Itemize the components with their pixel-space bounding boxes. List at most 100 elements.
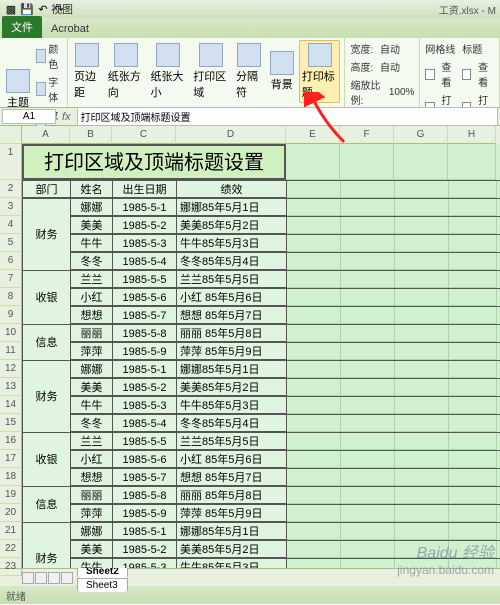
row-header[interactable]: 10: [0, 324, 22, 342]
row-header[interactable]: 8: [0, 288, 22, 306]
table-cell[interactable]: 美美: [71, 217, 113, 234]
formula-input[interactable]: 打印区域及顶端标题设置: [77, 107, 498, 126]
table-cell[interactable]: 财务: [23, 199, 71, 271]
table-cell[interactable]: 1985-5-3: [113, 397, 177, 414]
table-cell[interactable]: 1985-5-8: [113, 325, 177, 342]
table-cell[interactable]: 美美85年5月2日: [177, 379, 287, 396]
table-cell[interactable]: 1985-5-4: [113, 415, 177, 432]
table-cell[interactable]: 萍萍: [71, 343, 113, 360]
col-header[interactable]: B: [70, 126, 112, 144]
table-cell[interactable]: 牛牛: [71, 397, 113, 414]
table-cell[interactable]: 兰兰: [71, 271, 113, 288]
table-cell[interactable]: 1985-5-5: [113, 433, 177, 450]
row-header[interactable]: 4: [0, 216, 22, 234]
table-cell[interactable]: 丽丽 85年5月8日: [177, 325, 287, 342]
table-cell[interactable]: 牛牛85年5月3日: [177, 397, 287, 414]
breaks-button[interactable]: 分隔符: [234, 41, 265, 102]
col-header[interactable]: F: [340, 126, 394, 144]
table-cell[interactable]: 兰兰85年5月5日: [177, 271, 287, 288]
size-button[interactable]: 纸张大小: [149, 41, 189, 102]
margins-button[interactable]: 页边距: [72, 41, 103, 102]
col-header[interactable]: D: [176, 126, 286, 144]
table-cell[interactable]: 兰兰85年5月5日: [177, 433, 287, 450]
sheet-tab[interactable]: Sheet3: [77, 578, 128, 592]
row-header[interactable]: 1: [0, 144, 22, 180]
table-cell[interactable]: 1985-5-8: [113, 487, 177, 504]
row-header[interactable]: 21: [0, 522, 22, 540]
save-icon[interactable]: 💾: [20, 2, 34, 16]
row-header[interactable]: 5: [0, 234, 22, 252]
table-cell[interactable]: 娜娜85年5月1日: [177, 361, 287, 378]
table-cell[interactable]: 萍萍 85年5月9日: [177, 505, 287, 522]
table-cell[interactable]: 萍萍 85年5月9日: [177, 343, 287, 360]
orientation-button[interactable]: 纸张方向: [106, 41, 146, 102]
table-cell[interactable]: 冬冬: [71, 253, 113, 270]
row-header[interactable]: 9: [0, 306, 22, 324]
table-cell[interactable]: 1985-5-3: [113, 235, 177, 252]
table-cell[interactable]: 1985-5-4: [113, 253, 177, 270]
table-cell[interactable]: 美美85年5月2日: [177, 541, 287, 558]
table-cell[interactable]: 1985-5-1: [113, 523, 177, 540]
table-cell[interactable]: 小红: [71, 289, 113, 306]
table-cell[interactable]: 1985-5-2: [113, 217, 177, 234]
table-header[interactable]: 出生日期: [113, 181, 177, 198]
print-area-button[interactable]: 打印区域: [191, 41, 231, 102]
tab-file[interactable]: 文件: [2, 16, 42, 38]
sheet-nav[interactable]: [22, 572, 73, 584]
table-header[interactable]: 部门: [23, 181, 71, 198]
print-titles-button[interactable]: 打印标题: [299, 40, 341, 103]
table-cell[interactable]: 财务: [23, 361, 71, 433]
themes-button[interactable]: 主题: [4, 67, 32, 112]
table-cell[interactable]: 牛牛: [71, 235, 113, 252]
table-cell[interactable]: 1985-5-2: [113, 379, 177, 396]
table-cell[interactable]: 信息: [23, 487, 71, 523]
table-cell[interactable]: 冬冬85年5月4日: [177, 253, 287, 270]
row-header[interactable]: 7: [0, 270, 22, 288]
table-cell[interactable]: 丽丽: [71, 325, 113, 342]
col-header[interactable]: H: [448, 126, 496, 144]
table-cell[interactable]: 牛牛: [71, 559, 113, 568]
table-cell[interactable]: 财务: [23, 523, 71, 568]
table-cell[interactable]: 丽丽 85年5月8日: [177, 487, 287, 504]
table-cell[interactable]: 娜娜85年5月1日: [177, 523, 287, 540]
title-cell[interactable]: 打印区域及顶端标题设置: [22, 144, 286, 180]
table-cell[interactable]: 美美85年5月2日: [177, 217, 287, 234]
table-cell[interactable]: 冬冬: [71, 415, 113, 432]
table-cell[interactable]: 信息: [23, 325, 71, 361]
table-cell[interactable]: 想想: [71, 307, 113, 324]
table-cell[interactable]: 收银: [23, 433, 71, 487]
row-header[interactable]: 23: [0, 558, 22, 576]
table-cell[interactable]: 娜娜: [71, 523, 113, 540]
colors-button[interactable]: 颜色: [35, 40, 63, 72]
table-cell[interactable]: 萍萍: [71, 505, 113, 522]
col-header[interactable]: C: [112, 126, 176, 144]
tab-视图[interactable]: 视图: [42, 0, 106, 20]
row-header[interactable]: 6: [0, 252, 22, 270]
table-cell[interactable]: 冬冬85年5月4日: [177, 415, 287, 432]
table-cell[interactable]: 小红 85年5月6日: [177, 451, 287, 468]
row-header[interactable]: 12: [0, 360, 22, 378]
fx-icon[interactable]: fx: [58, 111, 75, 123]
table-cell[interactable]: 美美: [71, 379, 113, 396]
row-header[interactable]: 14: [0, 396, 22, 414]
background-button[interactable]: 背景: [268, 49, 296, 94]
table-cell[interactable]: 想想 85年5月7日: [177, 307, 287, 324]
table-cell[interactable]: 娜娜: [71, 361, 113, 378]
row-header[interactable]: 22: [0, 540, 22, 558]
row-header[interactable]: 13: [0, 378, 22, 396]
table-cell[interactable]: 1985-5-9: [113, 505, 177, 522]
row-header[interactable]: 11: [0, 342, 22, 360]
tab-Acrobat[interactable]: Acrobat: [42, 20, 106, 38]
row-header[interactable]: 3: [0, 198, 22, 216]
table-cell[interactable]: 收银: [23, 271, 71, 325]
name-box[interactable]: A1: [2, 109, 56, 124]
table-cell[interactable]: 小红: [71, 451, 113, 468]
table-cell[interactable]: 想想: [71, 469, 113, 486]
row-header[interactable]: 2: [0, 180, 22, 198]
table-cell[interactable]: 娜娜85年5月1日: [177, 199, 287, 216]
table-cell[interactable]: 1985-5-9: [113, 343, 177, 360]
table-cell[interactable]: 丽丽: [71, 487, 113, 504]
table-cell[interactable]: 牛牛85年5月3日: [177, 559, 287, 568]
table-header[interactable]: 姓名: [71, 181, 113, 198]
table-cell[interactable]: 兰兰: [71, 433, 113, 450]
